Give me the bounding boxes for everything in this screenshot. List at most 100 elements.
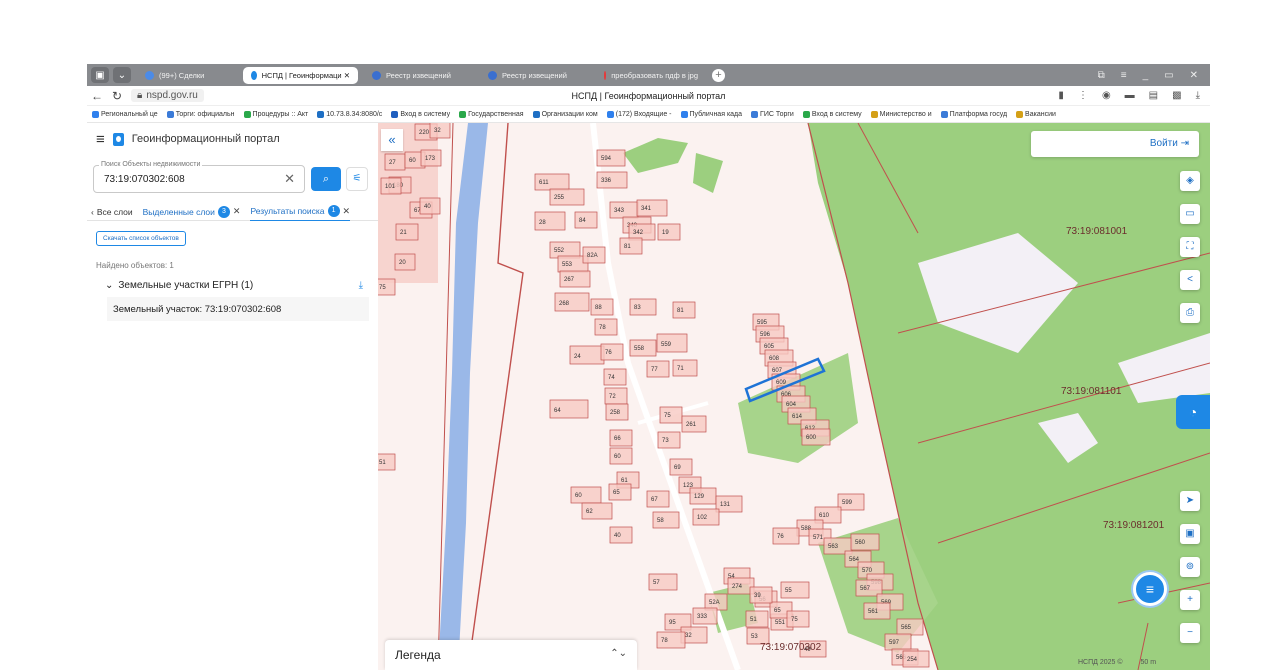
close-tab-icon[interactable]: ✕ bbox=[233, 206, 241, 217]
parcel-number: 609 bbox=[776, 380, 787, 386]
parcel-number: 336 bbox=[601, 178, 612, 184]
tab-search-results[interactable]: Результаты поиска 1 ✕ bbox=[250, 203, 351, 221]
search-value[interactable]: 73:19:070302:608 bbox=[104, 174, 185, 185]
window-controls: ⧉ ≡ _ ▭ ✕ bbox=[1098, 70, 1210, 81]
bookmark-item[interactable]: Вакансии bbox=[1016, 110, 1056, 118]
tab-selected-layers[interactable]: Выделенные слои 3 ✕ bbox=[143, 203, 241, 221]
close-icon[interactable]: ✕ bbox=[1190, 70, 1198, 81]
side-widget-button[interactable]: ◔ bbox=[1176, 395, 1210, 429]
bookmark-item[interactable]: 10.73.8.34:8080/c bbox=[317, 110, 383, 118]
minimap-icon: ▣ bbox=[1185, 528, 1195, 539]
browser-tab[interactable]: (99+) Сделки bbox=[137, 67, 237, 84]
browser-tab[interactable]: Реестр извещений bbox=[364, 67, 474, 84]
bookmark-flag-icon[interactable]: ▮ bbox=[1058, 90, 1064, 101]
minimize-icon[interactable]: _ bbox=[1143, 70, 1149, 81]
login-button[interactable]: Войти ⇥ bbox=[1031, 131, 1199, 157]
browser-tab[interactable]: преобразовать пдф в jpg bbox=[596, 67, 706, 84]
bookmark-item[interactable]: ГИС Торги bbox=[751, 110, 794, 118]
panel-tabs: ‹ Все слои Выделенные слои 3 ✕ Результат… bbox=[87, 203, 378, 221]
parcel-number: 131 bbox=[720, 502, 731, 508]
translate-icon[interactable]: ▩ bbox=[1172, 90, 1181, 101]
bookmark-label: Процедуры :: Акт bbox=[252, 110, 309, 118]
hamburger-menu-icon[interactable]: ≡ bbox=[96, 131, 105, 148]
tab-list-chevron-icon[interactable]: ⌄ bbox=[113, 67, 131, 83]
result-group-title: Земельные участки ЕГРН (1) bbox=[118, 280, 254, 291]
search-input[interactable]: Поиск Объекты недвижимости 73:19:070302:… bbox=[93, 161, 305, 193]
legend-panel[interactable]: Легенда ⌃⌄ bbox=[385, 640, 637, 670]
expand-icon[interactable]: ⌃⌄ bbox=[610, 648, 627, 659]
browser-tab[interactable]: Реестр извещений bbox=[480, 67, 590, 84]
parcel-number: 74 bbox=[608, 375, 615, 381]
bookmark-item[interactable]: Государственная bbox=[459, 110, 524, 118]
bookmark-favicon-icon bbox=[317, 110, 325, 118]
print-button[interactable]: ⎙ bbox=[1180, 303, 1200, 323]
map[interactable]: 6113365942553433413403421928848155255382… bbox=[378, 123, 1210, 670]
extension-icon[interactable]: ◉ bbox=[1102, 90, 1111, 101]
result-group[interactable]: ⌄ Земельные участки ЕГРН (1) ⤓ bbox=[105, 280, 363, 291]
tab-favicon-icon bbox=[145, 70, 154, 80]
url-field[interactable]: 🔒︎ nspd.gov.ru bbox=[131, 89, 204, 102]
bookmark-item[interactable]: Министерство и bbox=[870, 110, 932, 118]
result-item[interactable]: Земельный участок: 73:19:070302:608 bbox=[107, 297, 369, 321]
filter-button[interactable]: ⚟ bbox=[346, 167, 368, 191]
more-icon[interactable]: ⋮ bbox=[1078, 90, 1088, 101]
download-icon[interactable]: ⤓ bbox=[359, 280, 363, 291]
bookmark-item[interactable]: Вход в систему bbox=[391, 110, 450, 118]
legend-title: Легенда bbox=[395, 648, 441, 662]
parcel-number: 24 bbox=[574, 354, 581, 360]
back-arrow-icon[interactable]: ← bbox=[87, 89, 107, 103]
menu-icon[interactable]: ≡ bbox=[1121, 70, 1127, 81]
parcel-number: 611 bbox=[539, 180, 549, 186]
reader-icon[interactable]: ▤ bbox=[1149, 90, 1158, 101]
bookmark-item[interactable]: Вход в систему bbox=[802, 110, 862, 118]
parcel-number: 570 bbox=[862, 568, 873, 574]
parcel-number: 565 bbox=[901, 625, 912, 631]
clear-icon[interactable]: ✕ bbox=[284, 171, 295, 187]
parcel-number: 261 bbox=[686, 422, 697, 428]
quarter-label: 73:19:081201 bbox=[1103, 520, 1165, 531]
bookmark-item[interactable]: Организации ком bbox=[532, 110, 598, 118]
filter-icon: ⚟ bbox=[352, 173, 362, 184]
parcel-number: 82A bbox=[587, 253, 598, 259]
zoom-in-button[interactable]: + bbox=[1180, 590, 1200, 610]
bookmark-item[interactable]: Процедуры :: Акт bbox=[243, 110, 309, 118]
bookmark-label: 10.73.8.34:8080/c bbox=[326, 110, 383, 118]
search-icon: ⌕ bbox=[322, 173, 330, 185]
chevron-down-icon[interactable]: ⌄ bbox=[105, 280, 113, 291]
hat-icon[interactable]: ▬ bbox=[1125, 90, 1135, 101]
scale-value: 50 m bbox=[1140, 659, 1157, 666]
select-area-button[interactable]: ⛶ bbox=[1180, 237, 1200, 257]
bookmark-favicon-icon bbox=[532, 110, 540, 118]
parcel-number: 342 bbox=[633, 230, 644, 236]
tab-favicon-icon bbox=[604, 70, 607, 80]
tab-all-layers[interactable]: ‹ Все слои bbox=[91, 203, 133, 221]
download-icon[interactable]: ⤓ bbox=[1196, 90, 1200, 101]
bookmark-favicon-icon bbox=[940, 110, 948, 118]
search-button[interactable]: ⌕ bbox=[311, 167, 341, 191]
new-tab-plus-icon[interactable]: + bbox=[712, 68, 725, 82]
close-tab-icon[interactable]: ✕ bbox=[343, 206, 351, 217]
download-list-button[interactable]: Скачать список объектов bbox=[96, 231, 186, 246]
tab-menu-icon[interactable]: ▣ bbox=[91, 67, 109, 83]
bookmark-item[interactable]: Платформа госуд bbox=[940, 110, 1007, 118]
bookmark-icon[interactable]: ⧉ bbox=[1098, 70, 1105, 81]
bookmark-item[interactable]: (172) Входящие - bbox=[606, 110, 672, 118]
bookmark-item[interactable]: Региональный це bbox=[92, 110, 158, 118]
browser-tab[interactable]: НСПД | Геоинформаци ✕ bbox=[243, 66, 358, 84]
reload-icon[interactable]: ↻ bbox=[107, 89, 127, 103]
navigate-icon: ➤ bbox=[1185, 495, 1195, 506]
bookmark-item[interactable]: Торги: официальн bbox=[166, 110, 235, 118]
restore-icon[interactable]: ▭ bbox=[1164, 70, 1173, 81]
bookmark-item[interactable]: Публичная када bbox=[680, 110, 742, 118]
parcel-number: 62 bbox=[586, 509, 593, 515]
ruler-button[interactable]: ▭ bbox=[1180, 204, 1200, 224]
zoom-out-button[interactable]: − bbox=[1180, 623, 1200, 643]
share-button[interactable]: < bbox=[1180, 270, 1200, 290]
geolocation-button[interactable]: ⊚ bbox=[1180, 557, 1200, 577]
locate-button[interactable]: ➤ bbox=[1180, 491, 1200, 511]
layers-button[interactable]: ◈ bbox=[1180, 171, 1200, 191]
parcel-number: 614 bbox=[792, 414, 803, 420]
minimap-button[interactable]: ▣ bbox=[1180, 524, 1200, 544]
chat-button[interactable]: ≡ bbox=[1133, 572, 1167, 606]
collapse-panel-button[interactable]: « bbox=[381, 129, 403, 151]
